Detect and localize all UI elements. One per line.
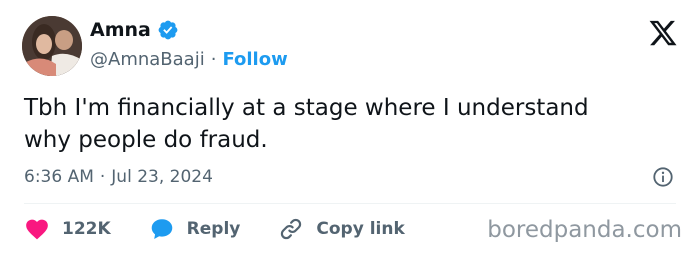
info-icon[interactable]: [652, 166, 674, 188]
copy-link-label: Copy link: [316, 219, 405, 239]
like-count: 122K: [62, 219, 111, 239]
reply-label: Reply: [186, 219, 241, 239]
tweet-actions: 122K Reply Copy link: [24, 216, 405, 242]
author-name[interactable]: Amna: [90, 18, 151, 42]
reply-button[interactable]: Reply: [149, 216, 241, 242]
author-name-row: Amna: [90, 18, 179, 42]
tweet-text: Tbh I'm financially at a stage where I u…: [24, 95, 589, 153]
tweet-timestamp[interactable]: 6:36 AM · Jul 23, 2024: [24, 165, 213, 189]
timestamp-separator: ·: [99, 167, 106, 187]
author-handle[interactable]: @AmnaBaaji: [90, 48, 205, 72]
author-handle-row: @AmnaBaaji · Follow: [90, 48, 288, 72]
follow-button[interactable]: Follow: [222, 48, 287, 72]
copy-link-button[interactable]: Copy link: [278, 216, 405, 242]
x-logo-icon[interactable]: [648, 18, 678, 48]
tweet-date: Jul 23, 2024: [111, 167, 213, 187]
watermark: boredpanda.com: [487, 217, 682, 243]
reply-bubble-icon: [151, 219, 172, 239]
divider: [24, 203, 676, 204]
heart-icon: [26, 219, 48, 240]
handle-separator: ·: [210, 49, 217, 70]
tweet-time: 6:36 AM: [24, 167, 94, 187]
link-icon: [281, 218, 302, 240]
avatar[interactable]: [22, 16, 82, 76]
like-button[interactable]: 122K: [24, 216, 111, 242]
verified-badge-icon: [157, 19, 179, 41]
